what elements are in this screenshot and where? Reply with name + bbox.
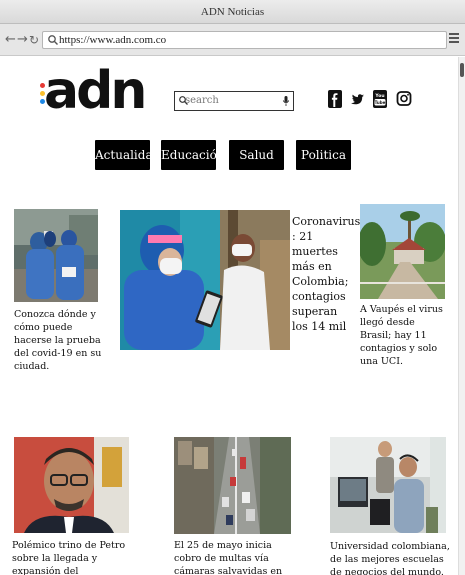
search-input[interactable]: search [185,95,219,107]
address-bar[interactable]: https://www.adn.com.co [42,31,447,49]
browser-toolbar: ← → ↻ https://www.adn.com.co [0,24,465,56]
article-image-coronavirus-colombia[interactable] [120,210,290,350]
page-scrollbar[interactable] [458,57,465,575]
youtube-icon[interactable]: You Tube [372,89,388,109]
search-icon [48,35,58,45]
article-headline[interactable]: Polémico trino de Petro sobre la llegada… [12,539,132,575]
article-image-vaupes[interactable] [360,204,445,299]
url-text[interactable]: https://www.adn.com.co [59,33,166,48]
search-box[interactable]: search [174,91,294,111]
article-headline[interactable]: El 25 de mayo inicia cobro de multas vía… [174,539,294,575]
tab-politica[interactable]: Politica [296,140,351,170]
article-headline[interactable]: A Vaupés el virus llegó desde Brasil; ha… [360,303,448,368]
article-image-business-school[interactable] [330,437,446,533]
microphone-icon[interactable] [282,95,290,107]
back-icon[interactable]: ← [5,32,16,48]
logo-wordmark: adn [44,61,147,121]
page-viewport: adn search You Tube Actualidad Educación… [0,57,458,575]
instagram-icon[interactable] [396,89,412,109]
tab-salud[interactable]: Salud [229,140,284,170]
site-logo[interactable]: adn [40,61,152,121]
reload-icon[interactable]: ↻ [29,32,39,48]
article-image-traffic-cameras[interactable] [174,437,291,534]
svg-text:Tube: Tube [375,100,386,105]
article-headline[interactable]: Conozca dónde y cómo puede hacerse la pr… [14,308,102,373]
forward-icon[interactable]: → [17,32,28,48]
svg-text:You: You [374,93,384,99]
article-image-covid-testing[interactable] [14,209,98,302]
article-headline[interactable]: Coronavirus : 21 muertes más en Colombia… [292,214,360,334]
menu-icon[interactable] [449,33,459,45]
facebook-icon[interactable] [327,89,343,109]
article-image-petro[interactable] [14,437,129,533]
twitter-icon[interactable] [349,89,365,109]
scrollbar-thumb[interactable] [460,63,464,77]
window-title: ADN Noticias [0,0,465,24]
tab-actualidad[interactable]: Actualidad [95,140,160,170]
article-headline[interactable]: Universidad colombiana, de las mejores e… [330,540,450,575]
tab-educacion[interactable]: Educación [161,140,225,170]
